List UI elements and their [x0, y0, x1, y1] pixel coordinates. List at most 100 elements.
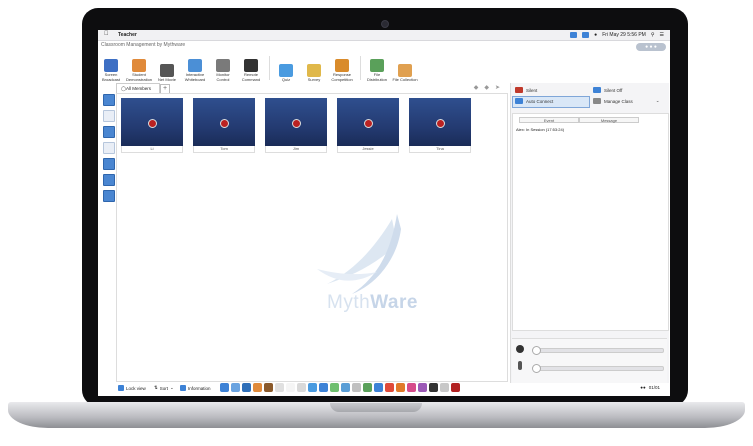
slider-handle[interactable] [532, 364, 541, 373]
dock-app-icon[interactable] [418, 382, 427, 392]
list-view-icon[interactable] [103, 110, 115, 122]
dock-app-icon[interactable] [396, 382, 405, 392]
dock-app-icon[interactable] [363, 382, 372, 392]
monitor-control-icon [216, 59, 230, 72]
student-screen-thumbnail[interactable] [265, 98, 327, 146]
dock-app-icon[interactable] [374, 382, 383, 392]
online-count: ●● 01/01 [640, 385, 660, 390]
apple-icon[interactable]:  [104, 31, 109, 37]
student-screen-thumbnail[interactable] [193, 98, 255, 146]
student-demonstration-icon [132, 59, 146, 72]
offline-icon [220, 119, 229, 128]
dock-app-icon[interactable] [286, 382, 295, 392]
student-screen-thumbnail[interactable] [337, 98, 399, 146]
screen-broadcast-button[interactable]: Screen Broadcast [98, 59, 124, 82]
student-tile[interactable]: Li [121, 98, 183, 153]
microphone-volume-slider[interactable] [532, 364, 664, 373]
toolbar: Screen Broadcast Student Demonstration N… [98, 50, 670, 82]
student-tile[interactable]: Tina [409, 98, 471, 153]
search-icon[interactable]: ⚲ [651, 32, 655, 38]
survey-icon [307, 63, 321, 77]
sort-button[interactable]: ⇅ Sort ⌄ [154, 385, 174, 391]
event-log: Event Message Alex: In Session (17:53:24… [512, 113, 669, 358]
auto-connect-button[interactable]: Auto Connect [515, 98, 553, 104]
toolbar-divider [360, 56, 361, 80]
file-collection-icon [398, 63, 412, 77]
dock-app-icon[interactable] [231, 382, 240, 392]
clock[interactable]: Fri May 29 5:56 PM [602, 32, 646, 38]
monitor-control-button[interactable]: Monitor Control [210, 59, 236, 82]
status-bar: Lock view ⇅ Sort ⌄ Information ●● 01/01 [116, 382, 668, 394]
quiz-button[interactable]: Quiz [273, 63, 299, 83]
lock-view-button[interactable]: Lock view [118, 385, 146, 391]
laptop-notch [330, 403, 422, 412]
silent-off-icon [593, 87, 601, 93]
toolbar-divider [269, 56, 270, 80]
dock-app-icon[interactable] [407, 382, 416, 392]
file-distribution-button[interactable]: File Distribution [364, 59, 390, 82]
quiz-icon [279, 63, 293, 77]
dock-app-icon[interactable] [275, 382, 284, 392]
menu-bar:  Teacher ● Fri May 29 5:56 PM ⚲ ☰ [98, 30, 670, 41]
edit-icon[interactable] [103, 190, 115, 202]
silent-off-button[interactable]: Silent Off [593, 87, 622, 93]
dock-app-icon[interactable] [297, 382, 306, 392]
menu-app-name[interactable]: Teacher [118, 32, 137, 38]
dock-app-icon[interactable] [385, 382, 394, 392]
status-icon[interactable] [582, 32, 590, 38]
students-icon: ●● [640, 385, 646, 390]
dock-app-icon[interactable] [341, 382, 350, 392]
dock [220, 380, 460, 394]
speaker-volume-slider[interactable] [532, 346, 664, 355]
manage-class-button[interactable]: Manage Class ⌄ [593, 98, 660, 104]
dock-app-icon[interactable] [319, 382, 328, 392]
wifi-icon[interactable]: ● [594, 32, 597, 38]
information-button[interactable]: Information [180, 385, 211, 391]
microphone-icon [518, 361, 522, 370]
dock-app-icon[interactable] [440, 382, 449, 392]
student-demonstration-button[interactable]: Student Demonstration [126, 59, 152, 82]
tab-all-members[interactable]: ◯All Members [116, 83, 160, 93]
document-icon[interactable] [103, 158, 115, 170]
dock-app-icon[interactable] [242, 382, 251, 392]
tab-message[interactable]: Message [579, 117, 639, 123]
dock-app-icon[interactable] [220, 382, 229, 392]
student-screen-thumbnail[interactable] [409, 98, 471, 146]
tab-event[interactable]: Event [519, 117, 579, 123]
dock-app-icon[interactable] [429, 382, 438, 392]
response-competition-button[interactable]: Response Competition [329, 59, 355, 82]
remote-command-button[interactable]: Remote Command [238, 59, 264, 82]
student-tile[interactable]: Jim [265, 98, 327, 153]
student-tile[interactable]: Tom [193, 98, 255, 153]
camera-icon [381, 20, 389, 28]
screen-broadcast-icon [104, 59, 118, 72]
dock-app-icon[interactable] [352, 382, 361, 392]
group-icon[interactable] [103, 126, 115, 138]
slider-handle[interactable] [532, 346, 541, 355]
student-screen-thumbnail[interactable] [121, 98, 183, 146]
student-tile[interactable]: Jessie [337, 98, 399, 153]
seat-layout-icon[interactable] [103, 142, 115, 154]
view-tools[interactable]: ◆◆➤ [474, 84, 506, 91]
dock-app-icon[interactable] [264, 382, 273, 392]
chevron-down-icon: ⌄ [170, 385, 174, 390]
lock-view-icon [118, 385, 124, 391]
net-movie-button[interactable]: Net Movie [154, 63, 180, 83]
thumbnail-view-icon[interactable] [103, 94, 115, 106]
log-tabs: Event Message [519, 117, 639, 123]
dock-app-icon[interactable] [253, 382, 262, 392]
student-icon[interactable] [103, 174, 115, 186]
dock-app-icon[interactable] [308, 382, 317, 392]
interactive-whiteboard-button[interactable]: Interactive Whiteboard [182, 59, 208, 82]
file-collection-button[interactable]: File Collection [392, 63, 418, 83]
log-entry: Alex: In Session (17:53:24) [516, 127, 565, 132]
file-distribution-icon [370, 59, 384, 72]
silent-button[interactable]: Silent [515, 87, 537, 93]
menu-list-icon[interactable]: ☰ [660, 32, 664, 38]
dock-app-icon[interactable] [451, 382, 460, 392]
dock-app-icon[interactable] [330, 382, 339, 392]
student-name: Jessie [337, 146, 399, 153]
status-icon[interactable] [570, 32, 578, 38]
student-name: Tina [409, 146, 471, 153]
survey-button[interactable]: Survey [301, 63, 327, 83]
